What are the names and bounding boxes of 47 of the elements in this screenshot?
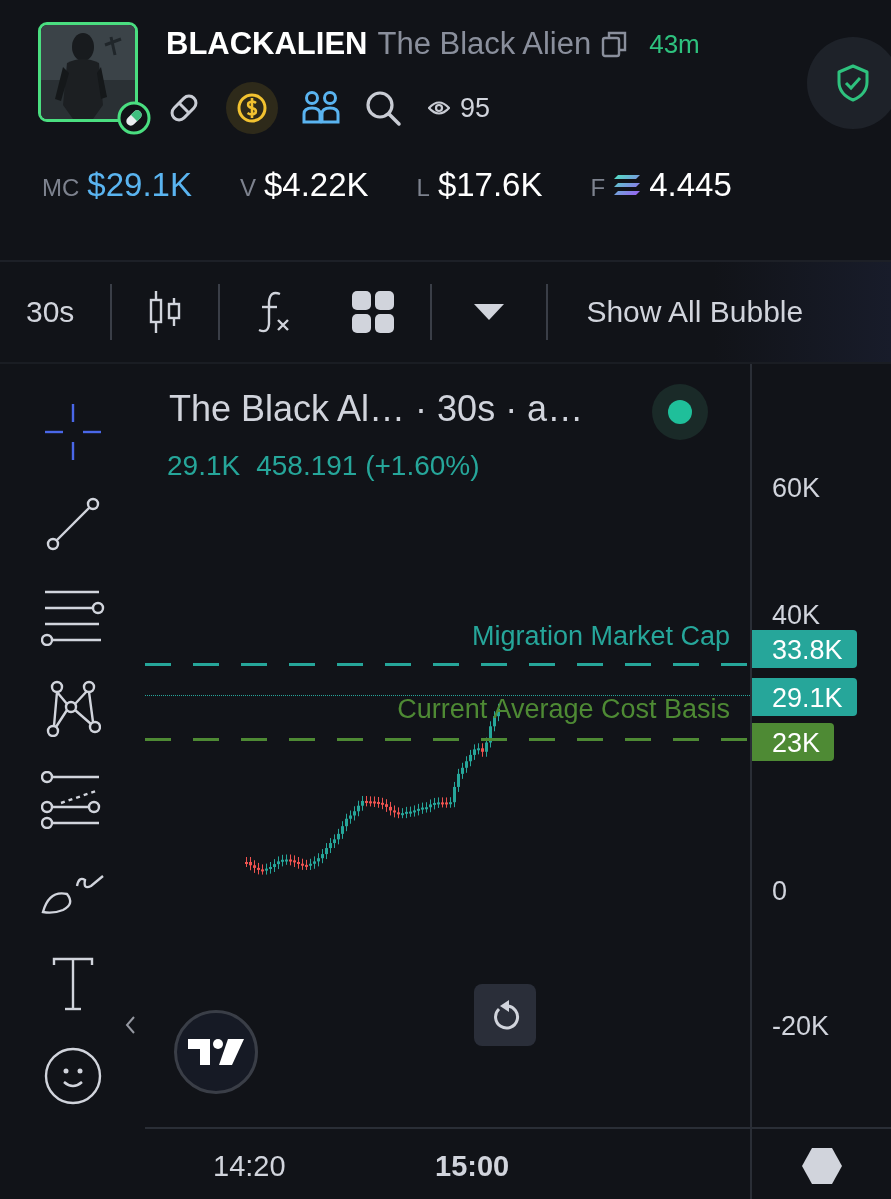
text-tool-icon[interactable] [51,957,94,1011]
layout-grid-icon[interactable] [352,291,395,333]
token-age: 43m [649,28,700,60]
trend-line-icon[interactable] [44,496,101,552]
candlestick-icon[interactable] [148,290,183,334]
token-name: The Black Alien [377,26,592,62]
caret-icon[interactable] [474,304,505,320]
reset-button[interactable] [474,984,536,1046]
copy-icon[interactable] [601,30,628,58]
level-label: Migration Market Cap [471,621,730,652]
token-coin-icon [613,174,642,196]
crosshair-icon[interactable] [44,404,101,460]
pattern-icon[interactable] [44,679,101,737]
price-tag: 29.1K [752,678,857,716]
chart-legend-title: The Black Al… · 30s · a… [169,388,584,430]
stat-label: MC [42,173,80,202]
axis-label: 60K [772,473,821,504]
stat-label: L [416,173,430,202]
smiley-icon[interactable] [42,1046,103,1106]
axis-label: 0 [772,876,788,907]
token-symbol: BLACKALIEN [166,26,368,62]
price-tag: 33.8K [752,630,857,668]
collapse-icon[interactable] [125,1016,135,1034]
stat-value: $4.22K [263,166,369,204]
stat-label: V [239,173,256,202]
stat-value: 4.445 [649,166,732,204]
time-label: 14:20 [213,1149,286,1183]
hexagon-icon[interactable] [801,1148,842,1184]
axis-label: 40K [772,600,821,631]
stat-label: F [590,173,606,202]
price-tag: 23K [752,723,835,761]
legend-price: 29.1K [167,450,241,482]
coin-icon[interactable] [226,82,278,134]
eye-icon [428,100,450,116]
live-toggle[interactable] [652,384,708,440]
shield-check-icon [836,64,870,102]
stat-value: $17.6K [437,166,543,204]
axis-label: -20K [772,1011,830,1042]
logo-icon [188,1039,244,1065]
legend-change: 458.191 (+1.60%) [256,450,480,482]
interval-button[interactable]: 30s [26,295,75,329]
people-icon[interactable] [302,90,340,126]
search-icon[interactable] [364,89,402,127]
bubbles-button[interactable]: Show All Bubble [586,295,804,329]
stat-value: $29.1K [87,166,192,204]
view-count: 95 [460,92,491,124]
time-label: 15:00 [435,1149,510,1183]
